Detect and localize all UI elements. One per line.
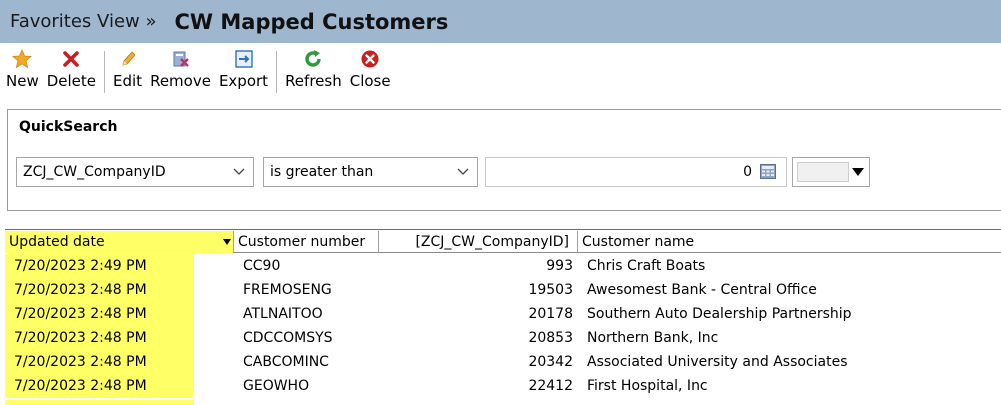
cell-company-id: 19503 [528,282,573,298]
cell-customer-number: GEOWHO [243,378,310,394]
cell-customer-name: Associated University and Associates [587,354,848,370]
cell-customer-number: CABCOMINC [243,354,329,370]
quicksearch-panel: QuickSearch ZCJ_CW_CompanyID is greater … [7,109,1001,211]
operator-select[interactable]: is greater than [263,157,478,187]
edit-button[interactable]: Edit [109,49,146,95]
new-button-label: New [6,72,39,90]
toolbar-separator [276,51,278,93]
results-grid: Updated date Customer number [ZCJ_CW_Com… [5,229,1001,405]
field-select-value: ZCJ_CW_CompanyID [23,164,166,180]
table-row[interactable]: 7/20/2023 2:48 PM CABCOMINC 20342 Associ… [5,350,1001,374]
value-input[interactable]: 0 [485,157,787,187]
table-row[interactable]: 7/20/2023 2:48 PM ATLNAITOO 20178 Southe… [5,302,1001,326]
refresh-button[interactable]: Refresh [281,49,346,95]
table-row[interactable]: 7/20/2023 2:48 PM GEOWHO 22412 First Hos… [5,374,1001,398]
x-icon [61,49,81,69]
close-circle-icon [360,49,380,69]
new-button[interactable]: New [2,49,43,95]
remove-button-label: Remove [150,72,211,90]
grid-header: Updated date Customer number [ZCJ_CW_Com… [5,231,1001,253]
refresh-icon [303,49,323,69]
cell-updated-date [5,400,194,405]
column-header-customer-number[interactable]: Customer number [234,231,379,253]
cell-customer-number: CDCCOMSYS [243,330,333,346]
remove-button[interactable]: Remove [146,49,215,95]
dropdown-arrow-icon [852,168,864,176]
field-select[interactable]: ZCJ_CW_CompanyID [16,157,254,187]
export-button[interactable]: Export [215,49,272,95]
cell-company-id: 20342 [528,354,573,370]
export-icon [234,49,254,69]
cell-customer-name: Northern Bank, Inc [587,330,719,346]
cell-company-id: 20853 [528,330,573,346]
cell-customer-name: First Hospital, Inc [587,378,708,394]
cell-customer-number: FREMOSENG [243,282,332,298]
edit-button-label: Edit [113,72,143,90]
color-picker[interactable] [792,157,870,187]
value-input-text: 0 [743,164,752,180]
delete-button-label: Delete [46,72,97,90]
column-header-customer-name[interactable]: Customer name [578,231,1001,253]
column-header-company-id[interactable]: [ZCJ_CW_CompanyID] [379,231,578,253]
toolbar-separator [104,51,106,93]
cell-updated-date: 7/20/2023 2:49 PM [5,254,194,278]
table-row[interactable]: 7/20/2023 2:48 PM FREMOSENG 19503 Awesom… [5,278,1001,302]
cell-updated-date: 7/20/2023 2:48 PM [5,326,194,350]
cell-updated-date: 7/20/2023 2:48 PM [5,278,194,302]
cell-customer-name: Chris Craft Boats [587,258,706,274]
table-row-partial [5,400,1001,405]
grid-rows: 7/20/2023 2:49 PM CC90 993 Chris Craft B… [5,254,1001,398]
toolbar: New Delete Edit Remove Export Refresh Cl… [0,43,1001,100]
breadcrumb-favorites-view[interactable]: Favorites View » [10,11,156,32]
grid-border [5,229,1001,230]
table-row[interactable]: 7/20/2023 2:48 PM CDCCOMSYS 20853 Northe… [5,326,1001,350]
export-button-label: Export [218,72,269,90]
cell-customer-number: CC90 [243,258,281,274]
refresh-button-label: Refresh [285,72,342,90]
cell-customer-name: Awesomest Bank - Central Office [587,282,817,298]
cell-updated-date: 7/20/2023 2:48 PM [5,350,194,374]
table-row[interactable]: 7/20/2023 2:49 PM CC90 993 Chris Craft B… [5,254,1001,278]
chevron-down-icon [457,164,469,178]
chevron-down-icon [233,164,245,178]
pencil-icon [118,49,138,69]
cell-updated-date: 7/20/2023 2:48 PM [5,374,194,398]
sort-descending-icon [223,239,231,245]
page-title: CW Mapped Customers [174,9,449,34]
close-button[interactable]: Close [346,49,395,95]
cell-company-id: 993 [546,258,573,274]
column-header-updated-date[interactable]: Updated date [5,231,234,253]
remove-icon [171,49,191,69]
star-icon [12,49,33,69]
delete-button[interactable]: Delete [43,49,100,95]
cell-customer-number: ATLNAITOO [243,306,323,322]
quicksearch-label: QuickSearch [19,119,118,135]
cell-company-id: 20178 [528,306,573,322]
cell-company-id: 22412 [528,378,573,394]
close-button-label: Close [349,72,391,90]
operator-select-value: is greater than [270,164,374,180]
calculator-icon[interactable] [760,164,776,179]
color-swatch [797,162,849,182]
title-bar: Favorites View » CW Mapped Customers [0,0,1001,43]
cell-updated-date: 7/20/2023 2:48 PM [5,302,194,326]
cell-customer-name: Southern Auto Dealership Partnership [587,306,852,322]
